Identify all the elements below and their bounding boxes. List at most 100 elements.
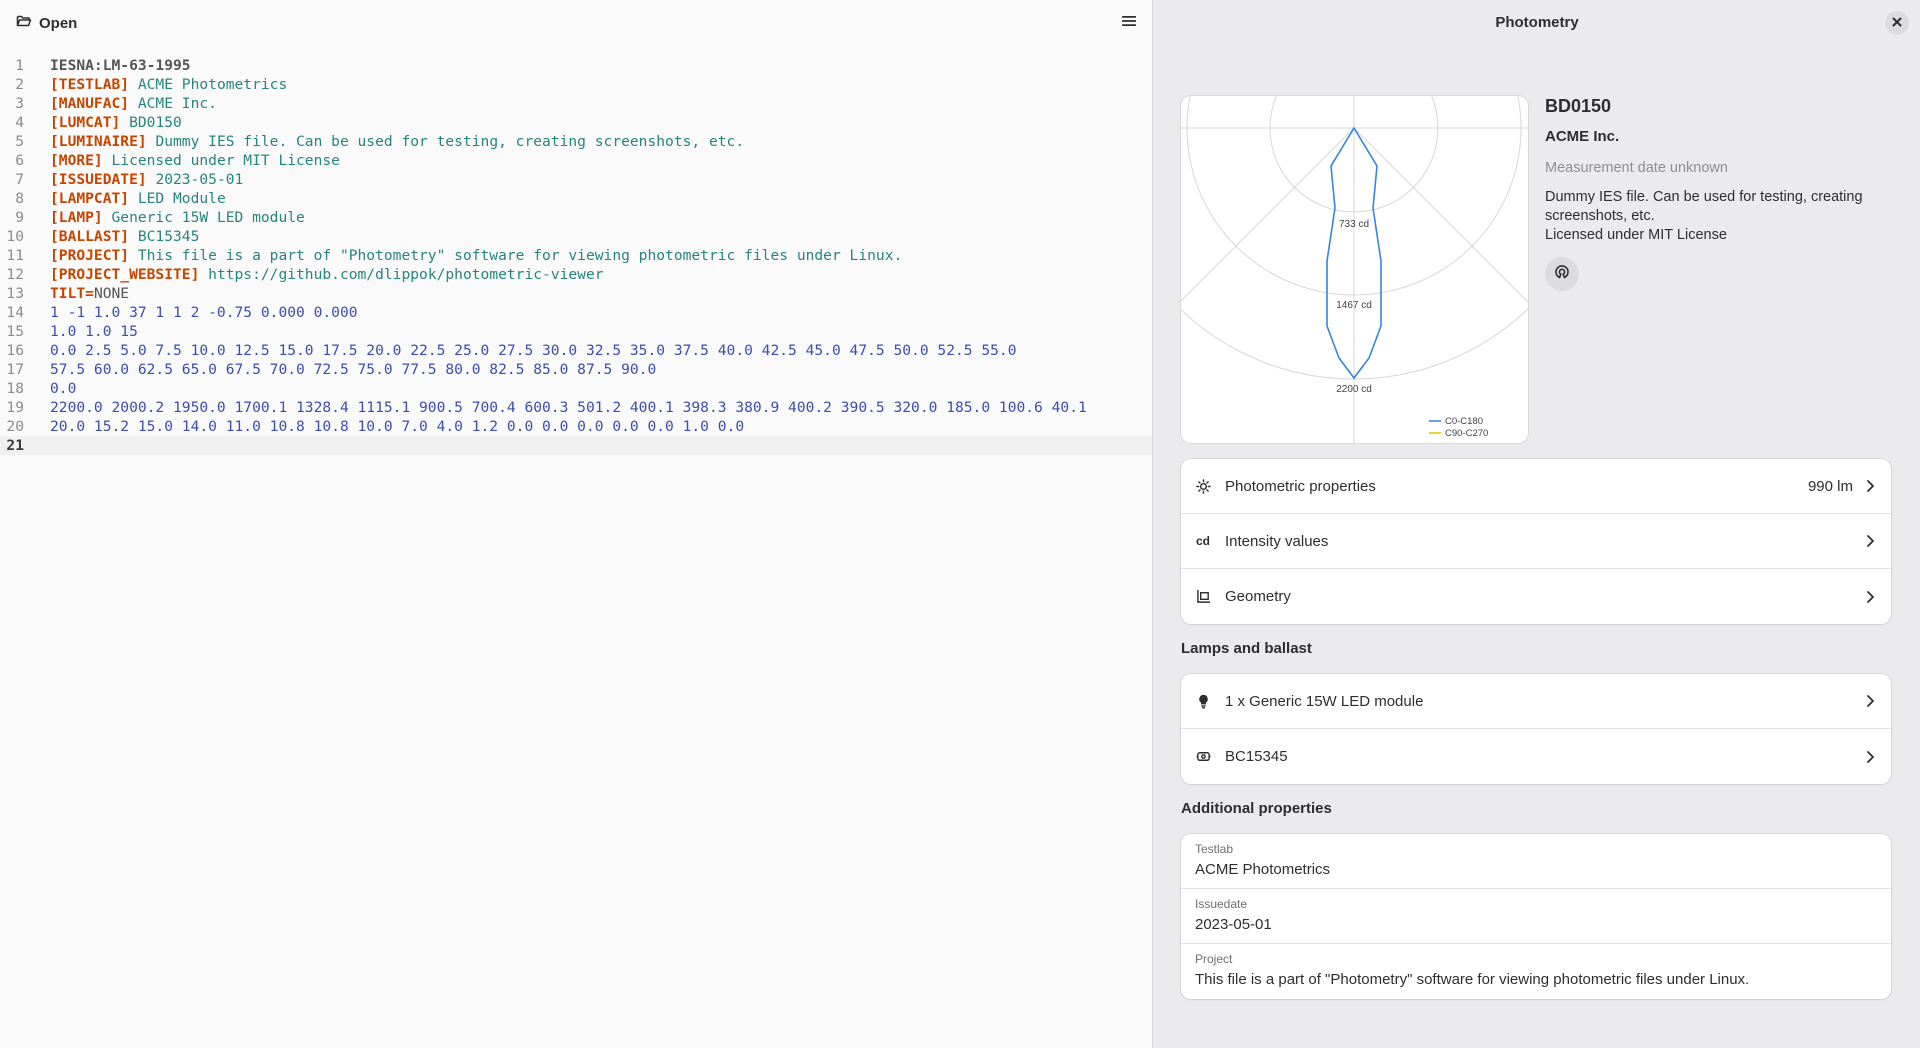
property-key: Testlab <box>1195 842 1234 856</box>
property-key: Project <box>1195 952 1233 966</box>
code-line[interactable]: 18 0.0 <box>0 379 1152 398</box>
additional-section-title: Additional properties <box>1181 800 1332 817</box>
code-text: 2200.0 2000.2 1950.0 1700.1 1328.4 1115.… <box>50 398 1087 417</box>
code-token: Dummy IES file. Can be used for testing,… <box>146 133 745 150</box>
line-number: 19 <box>6 399 24 416</box>
code-line[interactable]: 2 [TESTLAB] ACME Photometrics <box>0 75 1152 94</box>
code-line[interactable]: 5 [LUMINAIRE] Dummy IES file. Can be used… <box>0 132 1152 151</box>
sun-icon <box>1195 478 1211 494</box>
properties-card: Photometric properties 990 lm cd Intensi… <box>1181 459 1891 624</box>
code-text: IESNA:LM-63-1995 <box>50 56 191 75</box>
code-token: 2023-05-01 <box>146 171 244 188</box>
code-token: LED Module <box>129 190 226 207</box>
code-line[interactable]: 3 [MANUFAC] ACME Inc. <box>0 94 1152 113</box>
issuedate-property: Issuedate 2023-05-01 <box>1181 889 1891 944</box>
code-token: BC15345 <box>129 228 200 245</box>
code-text: [PROJECT_WEBSITE] https://github.com/dli… <box>50 265 604 284</box>
photometry-panel: Photometry 733 cd 1467 cd 2200 cd C0-C18… <box>1152 0 1920 1048</box>
code-text: [LUMCAT] BD0150 <box>50 113 182 132</box>
ballast-row[interactable]: BC15345 <box>1181 729 1891 784</box>
code-token: This file is a part of "Photometry" soft… <box>129 247 903 264</box>
ring-label-733: 733 cd <box>1339 219 1369 230</box>
geometry-row[interactable]: Geometry <box>1181 569 1891 624</box>
code-token: [BALLAST] <box>50 228 130 245</box>
code-line[interactable]: 8 [LAMPCAT] LED Module <box>0 189 1152 208</box>
code-line[interactable]: 12 [PROJECT_WEBSITE] https://github.com/d… <box>0 265 1152 284</box>
line-number: 13 <box>6 285 24 302</box>
photometric-properties-row[interactable]: Photometric properties 990 lm <box>1181 459 1891 514</box>
property-key: Issuedate <box>1195 897 1248 911</box>
code-line[interactable]: 13 TILT=NONE <box>0 284 1152 303</box>
code-token: 0.0 2.5 5.0 7.5 10.0 12.5 15.0 17.5 20.0… <box>50 342 1017 359</box>
line-number: 9 <box>15 209 24 226</box>
measurement-date: Measurement date unknown <box>1545 160 1728 176</box>
main-menu-button[interactable] <box>1112 8 1146 38</box>
geometry-icon <box>1195 589 1211 605</box>
project-property: Project This file is a part of "Photomet… <box>1181 944 1891 999</box>
code-text: [ISSUEDATE] 2023-05-01 <box>50 170 243 189</box>
code-line[interactable]: 21 <box>0 436 1152 455</box>
open-button[interactable]: Open <box>8 8 85 38</box>
code-line[interactable]: 20 20.0 15.2 15.0 14.0 11.0 10.8 10.8 10.… <box>0 417 1152 436</box>
code-token: NONE <box>93 285 130 302</box>
lamp-label: 1 x Generic 15W LED module <box>1225 692 1424 710</box>
panel-title: Photometry <box>1495 14 1579 31</box>
code-line[interactable]: 15 1.0 1.0 15 <box>0 322 1152 341</box>
legend-label-c90: C90-C270 <box>1445 428 1488 439</box>
code-line[interactable]: 7 [ISSUEDATE] 2023-05-01 <box>0 170 1152 189</box>
code-token: [PROJECT] <box>50 247 130 264</box>
code-line[interactable]: 10 [BALLAST] BC15345 <box>0 227 1152 246</box>
chevron-right-icon <box>1863 750 1877 764</box>
code-token: Licensed under MIT License <box>102 152 340 169</box>
code-line[interactable]: 4 [LUMCAT] BD0150 <box>0 113 1152 132</box>
code-token: TILT= <box>50 285 94 302</box>
chevron-right-icon <box>1863 694 1877 708</box>
code-token: 20.0 15.2 15.0 14.0 11.0 10.8 10.8 10.0 … <box>50 418 745 435</box>
luminaire-info: BD0150 ACME Inc. Measurement date unknow… <box>1545 96 1885 291</box>
line-number: 12 <box>6 266 24 283</box>
code-line[interactable]: 19 2200.0 2000.2 1950.0 1700.1 1328.4 111… <box>0 398 1152 417</box>
code-text: [LAMP] Generic 15W LED module <box>50 208 305 227</box>
additional-properties-card: Testlab ACME Photometrics Issuedate 2023… <box>1181 834 1891 999</box>
intensity-values-row[interactable]: cd Intensity values <box>1181 514 1891 569</box>
line-number: 1 <box>15 57 24 74</box>
code-line[interactable]: 1 IESNA:LM-63-1995 <box>0 56 1152 75</box>
ies-source-editor[interactable]: 1 IESNA:LM-63-1995 2 [TESTLAB] ACME Photome… <box>0 56 1152 1048</box>
code-line[interactable]: 14 1 -1 1.0 37 1 1 2 -0.75 0.000 0.000 <box>0 303 1152 322</box>
lamp-row[interactable]: 1 x Generic 15W LED module <box>1181 674 1891 729</box>
code-text: [LAMPCAT] LED Module <box>50 189 226 208</box>
header-bar: Open <box>0 0 1152 46</box>
chevron-right-icon <box>1863 590 1877 604</box>
code-text: 1.0 1.0 15 <box>50 322 138 341</box>
code-text: 57.5 60.0 62.5 65.0 67.5 70.0 72.5 75.0 … <box>50 360 656 379</box>
code-line[interactable]: 17 57.5 60.0 62.5 65.0 67.5 70.0 72.5 75.… <box>0 360 1152 379</box>
line-number: 2 <box>15 76 24 93</box>
code-line[interactable]: 11 [PROJECT] This file is a part of "Phot… <box>0 246 1152 265</box>
code-token: [LAMP] <box>50 209 103 226</box>
code-line[interactable]: 16 0.0 2.5 5.0 7.5 10.0 12.5 15.0 17.5 20… <box>0 341 1152 360</box>
line-number: 7 <box>15 171 24 188</box>
line-number: 10 <box>6 228 24 245</box>
code-token: 2200.0 2000.2 1950.0 1700.1 1328.4 1115.… <box>50 399 1087 416</box>
code-token: [LUMCAT] <box>50 114 121 131</box>
geometry-label: Geometry <box>1225 588 1291 605</box>
luminous-flux-value: 990 lm <box>1807 477 1853 495</box>
open-source-button[interactable] <box>1545 257 1579 291</box>
close-panel-button[interactable] <box>1885 11 1909 35</box>
ballast-label: BC15345 <box>1225 748 1288 765</box>
line-number: 3 <box>15 95 24 112</box>
description-line-1: Dummy IES file. Can be used for testing,… <box>1545 189 1863 224</box>
code-line[interactable]: 9 [LAMP] Generic 15W LED module <box>0 208 1152 227</box>
legend-label-c0: C0-C180 <box>1445 416 1483 427</box>
ring-label-2200: 2200 cd <box>1336 384 1372 395</box>
code-token: [MORE] <box>50 152 103 169</box>
photometric-properties-label: Photometric properties <box>1225 477 1376 495</box>
code-token: [LAMPCAT] <box>50 190 130 207</box>
hamburger-menu-icon <box>1121 13 1137 34</box>
code-text: [MORE] Licensed under MIT License <box>50 151 340 170</box>
ring-label-1467: 1467 cd <box>1336 300 1372 311</box>
code-token: https://github.com/dlippok/photometric-v… <box>199 266 604 283</box>
line-number: 20 <box>6 418 24 435</box>
code-line[interactable]: 6 [MORE] Licensed under MIT License <box>0 151 1152 170</box>
code-token: ACME Inc. <box>129 95 217 112</box>
